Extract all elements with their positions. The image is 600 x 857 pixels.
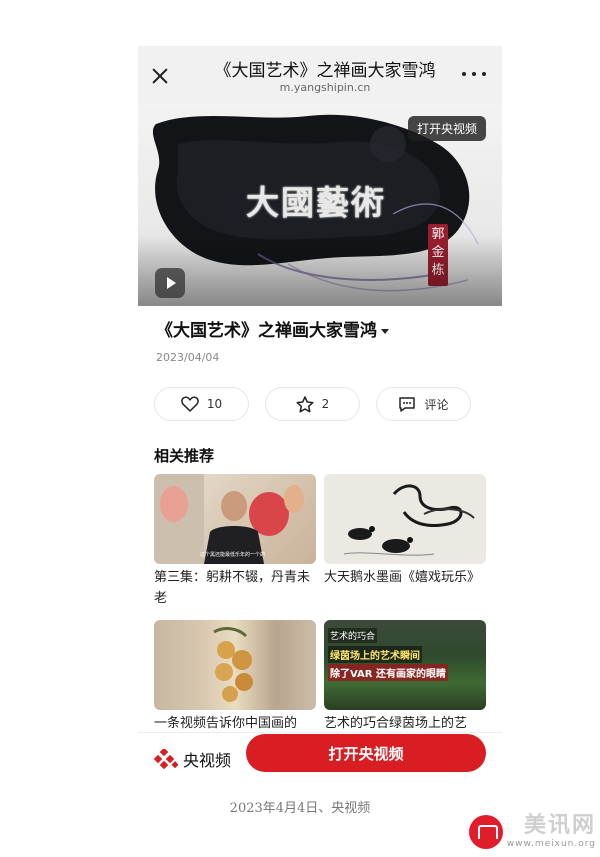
comment-label: 评论 <box>424 397 449 412</box>
watermark-name: 美讯网 <box>523 813 596 838</box>
heart-icon <box>181 396 199 412</box>
thumbnail-subheadline: 除了VAR 还有画家的眼睛 <box>328 664 448 681</box>
page-title: 《大国艺术》之禅画大家雪鸿 <box>214 61 436 81</box>
related-video-card[interactable]: 艺术的巧合 绿茵场上的艺术瞬间 除了VAR 还有画家的眼睛 艺术的巧合绿茵场上的… <box>324 620 486 732</box>
watermark-text: 美讯网 www.meixun.org <box>507 813 596 849</box>
webview-page: 《大国艺术》之禅画大家雪鸿 m.yangshipin.cn 大國藝術 郭金栋 打… <box>138 46 502 782</box>
related-video-card[interactable]: 大天鹅水墨画《嬉戏玩乐》 <box>324 474 486 588</box>
thumbnail-subtitle: 这个黑还能最低乐年的一个的 <box>200 552 266 558</box>
like-count: 10 <box>206 397 223 411</box>
open-app-button[interactable]: 打开央视频 <box>246 734 486 772</box>
brand: 央视频 <box>152 747 231 771</box>
fruit-painting-art <box>213 627 253 702</box>
related-video-title: 一条视频告诉你中国画的 <box>154 716 298 731</box>
thumbnail-headline: 绿茵场上的艺术瞬间 <box>328 646 422 663</box>
related-video-title: 艺术的巧合绿茵场上的艺 <box>324 716 468 731</box>
related-video-title: 第三集：躬耕不辍，丹青未老 <box>154 570 311 606</box>
related-video-card[interactable]: 一条视频告诉你中国画的 <box>154 620 316 732</box>
caret-down-icon[interactable] <box>381 328 389 334</box>
more-options-icon[interactable] <box>462 72 486 80</box>
brand-name: 央视频 <box>183 751 232 770</box>
comment-icon <box>399 396 416 412</box>
video-thumbnail <box>154 620 316 710</box>
site-watermark: 美讯网 www.meixun.org <box>468 813 596 849</box>
video-thumbnail: 这个黑还能最低乐年的一个的 <box>154 474 316 564</box>
thumbnail-tag: 艺术的巧合 <box>328 628 378 643</box>
open-app-chip[interactable]: 打开央视频 <box>407 116 486 141</box>
star-icon <box>296 395 314 412</box>
related-video-title: 大天鹅水墨画《嬉戏玩乐》 <box>324 570 481 585</box>
related-row-clipped: 一条视频告诉你中国画的 艺术的巧合 绿茵场上的艺术瞬间 除了VAR 还有画家的眼… <box>138 620 502 732</box>
comment-button[interactable]: 评论 <box>376 387 471 421</box>
video-thumbnail <box>324 474 486 564</box>
close-icon[interactable] <box>150 66 170 86</box>
browser-top-bar: 《大国艺术》之禅画大家雪鸿 m.yangshipin.cn <box>138 46 502 104</box>
page-domain: m.yangshipin.cn <box>279 81 371 94</box>
bottom-app-bar: 央视频 打开央视频 <box>138 732 502 782</box>
play-icon[interactable] <box>155 268 185 298</box>
swan-ink-painting-art <box>343 484 475 556</box>
video-player[interactable]: 大國藝術 郭金栋 打开央视频 <box>138 104 502 306</box>
video-thumbnail: 艺术的巧合 绿茵场上的艺术瞬间 除了VAR 还有画家的眼睛 <box>324 620 486 710</box>
favorite-button[interactable]: 2 <box>265 387 360 421</box>
like-button[interactable]: 10 <box>154 387 249 421</box>
article-date: 2023/04/04 <box>156 351 220 364</box>
watermark-url: www.meixun.org <box>506 839 596 849</box>
video-gradient <box>138 236 502 306</box>
article-title[interactable]: 《大国艺术》之禅画大家雪鸿 <box>156 316 389 341</box>
related-section-title: 相关推荐 <box>154 447 215 465</box>
favorite-count: 2 <box>321 397 330 411</box>
video-logo-text: 大國藝術 <box>246 183 386 222</box>
yangshipin-logo-icon <box>153 749 178 769</box>
watermark-logo-icon <box>468 815 503 849</box>
article-title-text: 《大国艺术》之禅画大家雪鸿 <box>156 321 377 341</box>
related-video-card[interactable]: 这个黑还能最低乐年的一个的 第三集：躬耕不辍，丹青未老 <box>154 474 316 609</box>
